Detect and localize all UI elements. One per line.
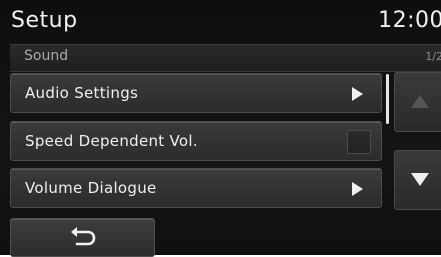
menu-item-label: Speed Dependent Vol. (25, 132, 198, 150)
arrow-right-icon (352, 87, 363, 101)
back-arrow-icon (71, 227, 96, 246)
scroll-up-button[interactable] (394, 72, 441, 132)
page-title: Setup (11, 8, 78, 33)
scroll-thumb[interactable] (386, 74, 389, 124)
scrollbar[interactable] (385, 72, 391, 210)
menu-item-speed-dependent-vol[interactable]: Speed Dependent Vol. (10, 121, 382, 161)
scroll-down-button[interactable] (394, 150, 441, 210)
back-button[interactable] (10, 218, 155, 257)
chevron-down-icon (411, 173, 429, 186)
speed-dependent-vol-checkbox[interactable] (347, 130, 371, 154)
setup-screen: Setup 12:00 Sound 1/2 Audio Settings Spe… (0, 0, 441, 257)
section-header: Sound 1/2 (10, 44, 441, 72)
menu-item-volume-dialogue[interactable]: Volume Dialogue (10, 168, 382, 208)
menu-item-audio-settings[interactable]: Audio Settings (10, 73, 382, 113)
page-indicator: 1/2 (425, 50, 441, 63)
menu-item-label: Audio Settings (25, 84, 139, 102)
clock: 12:00 (378, 8, 441, 33)
title-bar: Setup 12:00 (0, 0, 441, 44)
menu-item-label: Volume Dialogue (25, 179, 157, 197)
section-label: Sound (24, 48, 69, 64)
arrow-right-icon (352, 182, 363, 196)
chevron-up-icon (411, 95, 429, 108)
